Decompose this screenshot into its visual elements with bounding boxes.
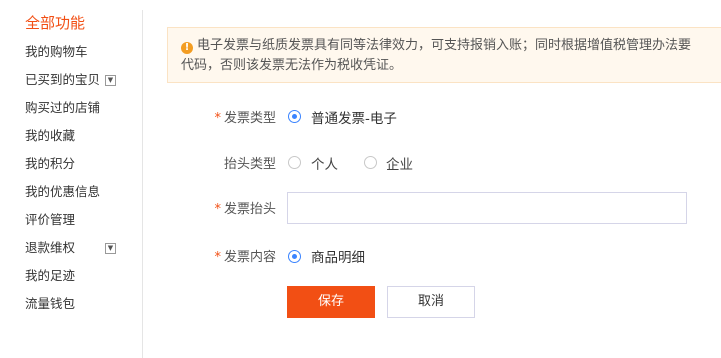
required-mark: * xyxy=(214,111,221,126)
notice-text-1: 电子发票与纸质发票具有同等法律效力，可支持报销入账；同时根据增值税管理办法要 xyxy=(197,38,692,53)
save-button[interactable]: 保存 xyxy=(287,286,375,318)
header-type-label: 抬头类型 xyxy=(223,157,276,172)
sidebar-divider xyxy=(142,10,143,358)
sidebar-item-reviews[interactable]: 评价管理 xyxy=(25,210,125,230)
sidebar-item-favorites[interactable]: 我的收藏 xyxy=(25,126,125,146)
expand-refunds-icon[interactable]: ▼ xyxy=(105,243,116,254)
header-type-radio-company[interactable] xyxy=(364,156,377,169)
notice-line-1: ! 电子发票与纸质发票具有同等法律效力，可支持报销入账；同时根据增值税管理办法要 xyxy=(181,36,721,56)
invoice-content-label: * 发票内容 xyxy=(214,250,276,265)
invoice-type-option-label[interactable]: 普通发票-电子 xyxy=(311,107,397,127)
sidebar-item-points[interactable]: 我的积分 xyxy=(25,154,125,174)
invoice-content-option-label[interactable]: 商品明细 xyxy=(311,246,365,266)
sidebar-item-shops[interactable]: 购买过的店铺 xyxy=(25,98,125,118)
sidebar-title: 全部功能 xyxy=(25,14,86,32)
sidebar-item-footprints[interactable]: 我的足迹 xyxy=(25,266,125,286)
cancel-button[interactable]: 取消 xyxy=(387,286,475,318)
sidebar-item-cart[interactable]: 我的购物车 xyxy=(25,42,125,62)
info-icon: ! xyxy=(181,42,193,54)
invoice-header-label: * 发票抬头 xyxy=(214,202,276,217)
sidebar: 全部功能 我的购物车 已买到的宝贝 ▼ 购买过的店铺 我的收藏 我的积分 我的优… xyxy=(0,0,142,358)
header-type-option-personal[interactable]: 个人 xyxy=(311,153,338,173)
required-mark: * xyxy=(214,250,221,265)
notice-text-2: 代码，否则该发票无法作为税收凭证。 xyxy=(181,58,403,73)
expand-purchased-icon[interactable]: ▼ xyxy=(105,75,116,86)
invoice-header-input[interactable] xyxy=(287,192,687,224)
sidebar-item-data-wallet[interactable]: 流量钱包 xyxy=(25,294,125,314)
header-type-radio-personal[interactable] xyxy=(288,156,301,169)
header-type-option-company[interactable]: 企业 xyxy=(386,153,413,173)
sidebar-item-coupons[interactable]: 我的优惠信息 xyxy=(25,182,125,202)
invoice-type-radio-electronic[interactable] xyxy=(288,110,301,123)
invoice-type-label: * 发票类型 xyxy=(214,111,276,126)
required-mark: * xyxy=(214,202,221,217)
notice-banner: ! 电子发票与纸质发票具有同等法律效力，可支持报销入账；同时根据增值税管理办法要 … xyxy=(167,27,721,83)
invoice-content-radio-details[interactable] xyxy=(288,250,301,263)
